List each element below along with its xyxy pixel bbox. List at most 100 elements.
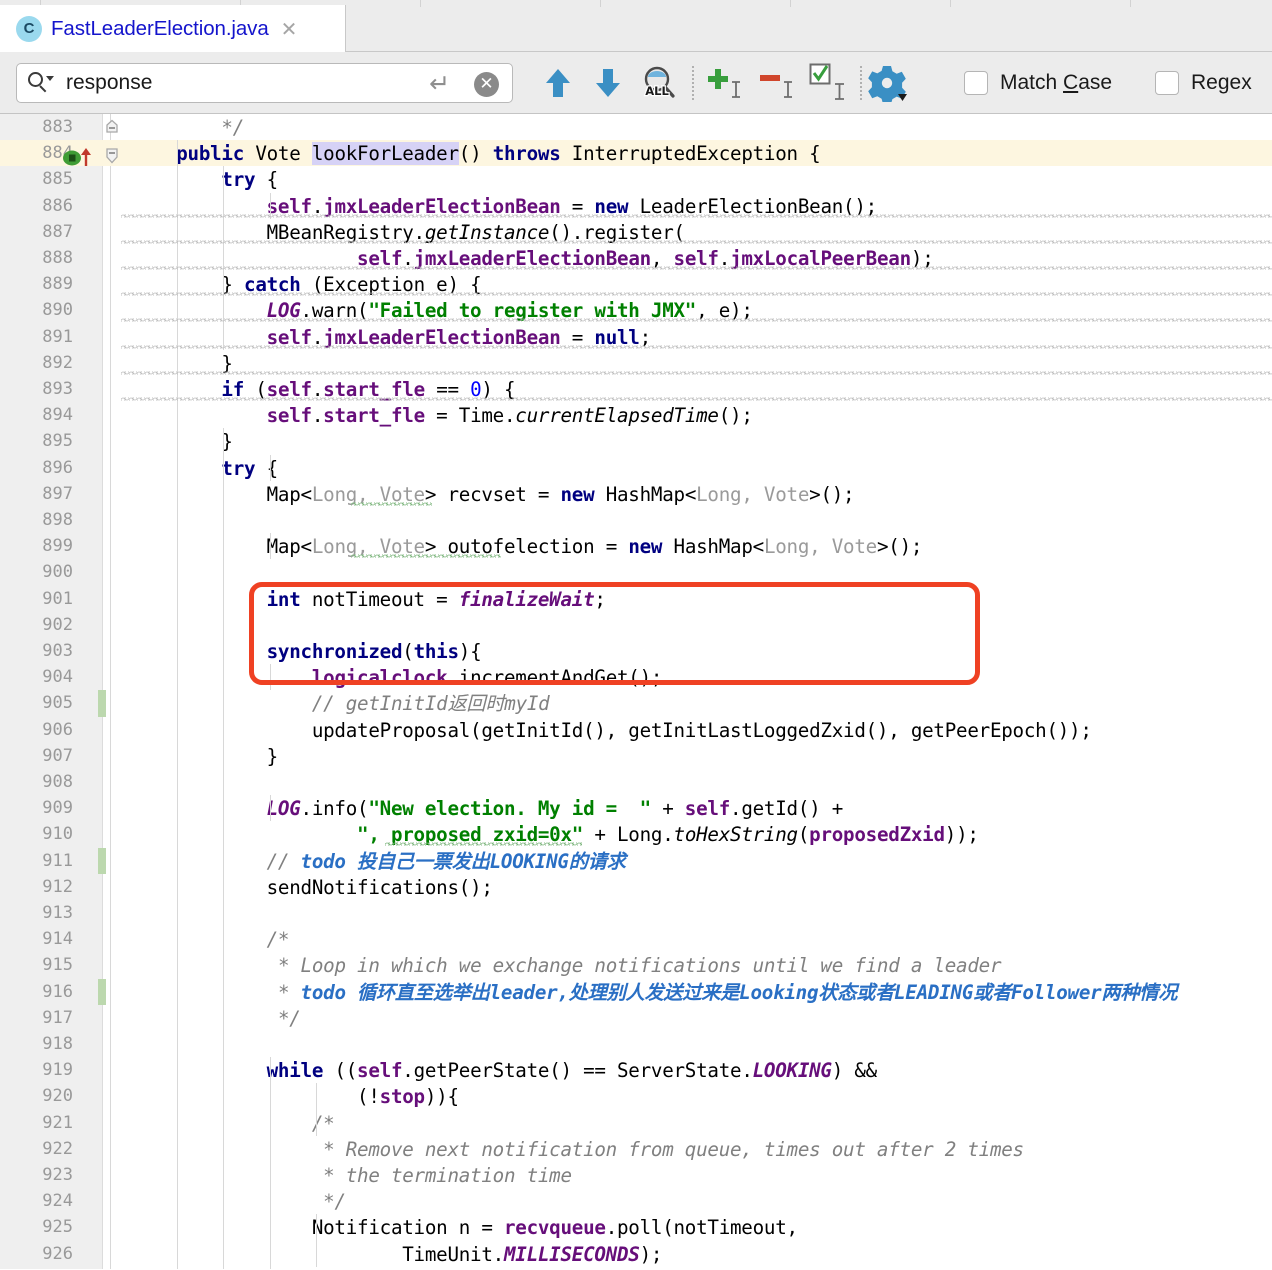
code-line[interactable]: 884 public Vote lookForLeader() throws I… <box>0 140 1272 167</box>
find-all-button[interactable]: ALL <box>640 65 678 106</box>
clear-search-icon[interactable]: ✕ <box>474 72 499 97</box>
match-case-checkbox[interactable] <box>964 71 988 95</box>
search-input-wrapper[interactable]: response ↵ ✕ <box>16 63 513 103</box>
code-line[interactable]: 924 */ <box>0 1188 1272 1214</box>
code-line[interactable]: 895 } <box>0 428 1272 454</box>
enter-icon[interactable]: ↵ <box>429 71 450 96</box>
code-line[interactable]: 913 <box>0 900 1272 926</box>
code-line[interactable]: 907 } <box>0 743 1272 769</box>
code-text: public Vote lookForLeader() throws Inter… <box>176 142 821 166</box>
code-line[interactable]: 920 (!stop)){ <box>0 1083 1272 1109</box>
code-line[interactable]: 904 logicalclock.incrementAndGet(); <box>0 664 1272 690</box>
remove-selection-icon <box>760 75 792 98</box>
find-previous-button[interactable] <box>543 66 570 100</box>
code-line[interactable]: 902 <box>0 612 1272 638</box>
code-text: LOG.info("New election. My id = " + self… <box>266 797 844 821</box>
inspection-wavy-underline <box>121 292 1272 297</box>
code-line[interactable]: 910 ", proposed zxid=0x" + Long.toHexStr… <box>0 821 1272 847</box>
code-line[interactable]: 896 try { <box>0 455 1272 481</box>
code-line[interactable]: 926 TimeUnit.MILLISECONDS); <box>0 1241 1272 1267</box>
inspection-wavy-underline <box>121 318 1272 323</box>
tabstrip-tick <box>790 0 791 7</box>
fold-up-icon <box>106 119 118 133</box>
override-arrow-icon <box>81 148 91 166</box>
code-line[interactable]: 927 <box>0 1267 1272 1269</box>
vcs-change-marker[interactable] <box>98 690 106 717</box>
code-line[interactable]: 921 /* <box>0 1110 1272 1136</box>
code-line[interactable]: 923 * the termination time <box>0 1162 1272 1188</box>
close-icon[interactable]: ✕ <box>281 19 298 39</box>
line-number: 895 <box>42 431 73 452</box>
code-line[interactable]: 912 sendNotifications(); <box>0 874 1272 900</box>
tabstrip-tick <box>1130 0 1131 7</box>
line-number: 925 <box>42 1217 73 1238</box>
line-number: 898 <box>42 510 73 530</box>
match-case-option[interactable]: Match Case <box>964 71 1112 95</box>
find-settings-button[interactable] <box>866 64 908 107</box>
code-line[interactable]: 905 // getInitId返回时myId <box>0 690 1272 717</box>
fold-marker-expand[interactable] <box>104 146 119 164</box>
line-number: 889 <box>42 274 73 295</box>
code-text: (!stop)){ <box>131 1085 459 1109</box>
code-line[interactable]: 922 * Remove next notification from queu… <box>0 1136 1272 1162</box>
line-number: 916 <box>42 981 73 1002</box>
vcs-change-marker[interactable] <box>98 978 106 1005</box>
select-all-button[interactable] <box>808 62 852 107</box>
code-line[interactable]: 909 LOG.info("New election. My id = " + … <box>0 795 1272 821</box>
code-line[interactable]: 908 <box>0 769 1272 795</box>
line-number: 912 <box>42 876 73 897</box>
code-text: try { <box>221 168 278 192</box>
code-line[interactable]: 899 Map<Long, Vote> outofelection = new … <box>0 533 1272 559</box>
line-number: 888 <box>42 248 73 268</box>
line-number: 893 <box>42 379 73 399</box>
code-line[interactable]: 883 */ <box>0 114 1272 140</box>
select-all-occurrences-button[interactable] <box>706 66 748 105</box>
regex-checkbox[interactable] <box>1155 71 1179 95</box>
toolbar-separator <box>860 66 862 100</box>
code-line[interactable]: 903 synchronized(this){ <box>0 638 1272 664</box>
line-number: 913 <box>42 903 73 923</box>
indent-guide <box>269 664 271 691</box>
regex-option[interactable]: Regex <box>1155 71 1252 95</box>
line-number: 892 <box>42 352 73 373</box>
line-number: 915 <box>42 955 73 976</box>
vcs-change-marker[interactable] <box>98 847 106 874</box>
line-number: 909 <box>42 798 73 819</box>
code-text: // todo 投自己一票发出LOOKING的请求 <box>266 849 626 873</box>
code-line[interactable]: 916 * todo 循环直至选举出leader,处理别人发送过来是Lookin… <box>0 978 1272 1005</box>
code-line[interactable]: 901 int notTimeout = finalizeWait; <box>0 586 1272 612</box>
arrow-up-icon <box>546 69 570 97</box>
code-line[interactable]: 917 */ <box>0 1005 1272 1031</box>
code-line[interactable]: 915 * Loop in which we exchange notifica… <box>0 952 1272 978</box>
code-line[interactable]: 897 Map<Long, Vote> recvset = new HashMa… <box>0 481 1272 507</box>
line-number: 905 <box>42 693 73 714</box>
tabstrip-tick <box>600 0 601 7</box>
code-line[interactable]: 925 Notification n = recvqueue.poll(notT… <box>0 1214 1272 1240</box>
indent-guide <box>315 1214 317 1267</box>
code-text: */ <box>277 1006 301 1030</box>
code-line[interactable]: 885 try { <box>0 166 1272 192</box>
gear-icon <box>868 66 907 104</box>
fold-marker-collapse[interactable] <box>104 119 119 134</box>
remove-occurrence-button[interactable] <box>758 66 800 105</box>
code-line[interactable]: 911 // todo 投自己一票发出LOOKING的请求 <box>0 847 1272 874</box>
code-text: TimeUnit.MILLISECONDS); <box>131 1242 663 1266</box>
find-next-button[interactable] <box>593 66 620 100</box>
code-line[interactable]: 918 <box>0 1031 1272 1057</box>
run-method-icon[interactable] <box>62 146 94 166</box>
line-number: 902 <box>42 614 73 635</box>
code-text: synchronized(this){ <box>266 640 482 663</box>
indent-guide <box>315 1083 317 1136</box>
line-number: 924 <box>42 1191 73 1212</box>
code-line[interactable]: 898 <box>0 507 1272 533</box>
code-line[interactable]: 900 <box>0 559 1272 585</box>
search-input[interactable]: response <box>66 71 152 95</box>
line-number: 906 <box>42 719 73 740</box>
code-line[interactable]: 906 updateProposal(getInitId(), getInitL… <box>0 717 1272 743</box>
code-line[interactable]: 894 self.start_fle = Time.currentElapsed… <box>0 402 1272 428</box>
code-editor[interactable]: 883 */884 public Vote lookForLeader() th… <box>0 114 1272 1269</box>
tab-fastleaderelection-java[interactable]: C FastLeaderElection.java ✕ <box>0 5 346 52</box>
code-line[interactable]: 914 /* <box>0 926 1272 952</box>
search-icon[interactable] <box>28 72 54 94</box>
code-line[interactable]: 919 while ((self.getPeerState() == Serve… <box>0 1057 1272 1083</box>
